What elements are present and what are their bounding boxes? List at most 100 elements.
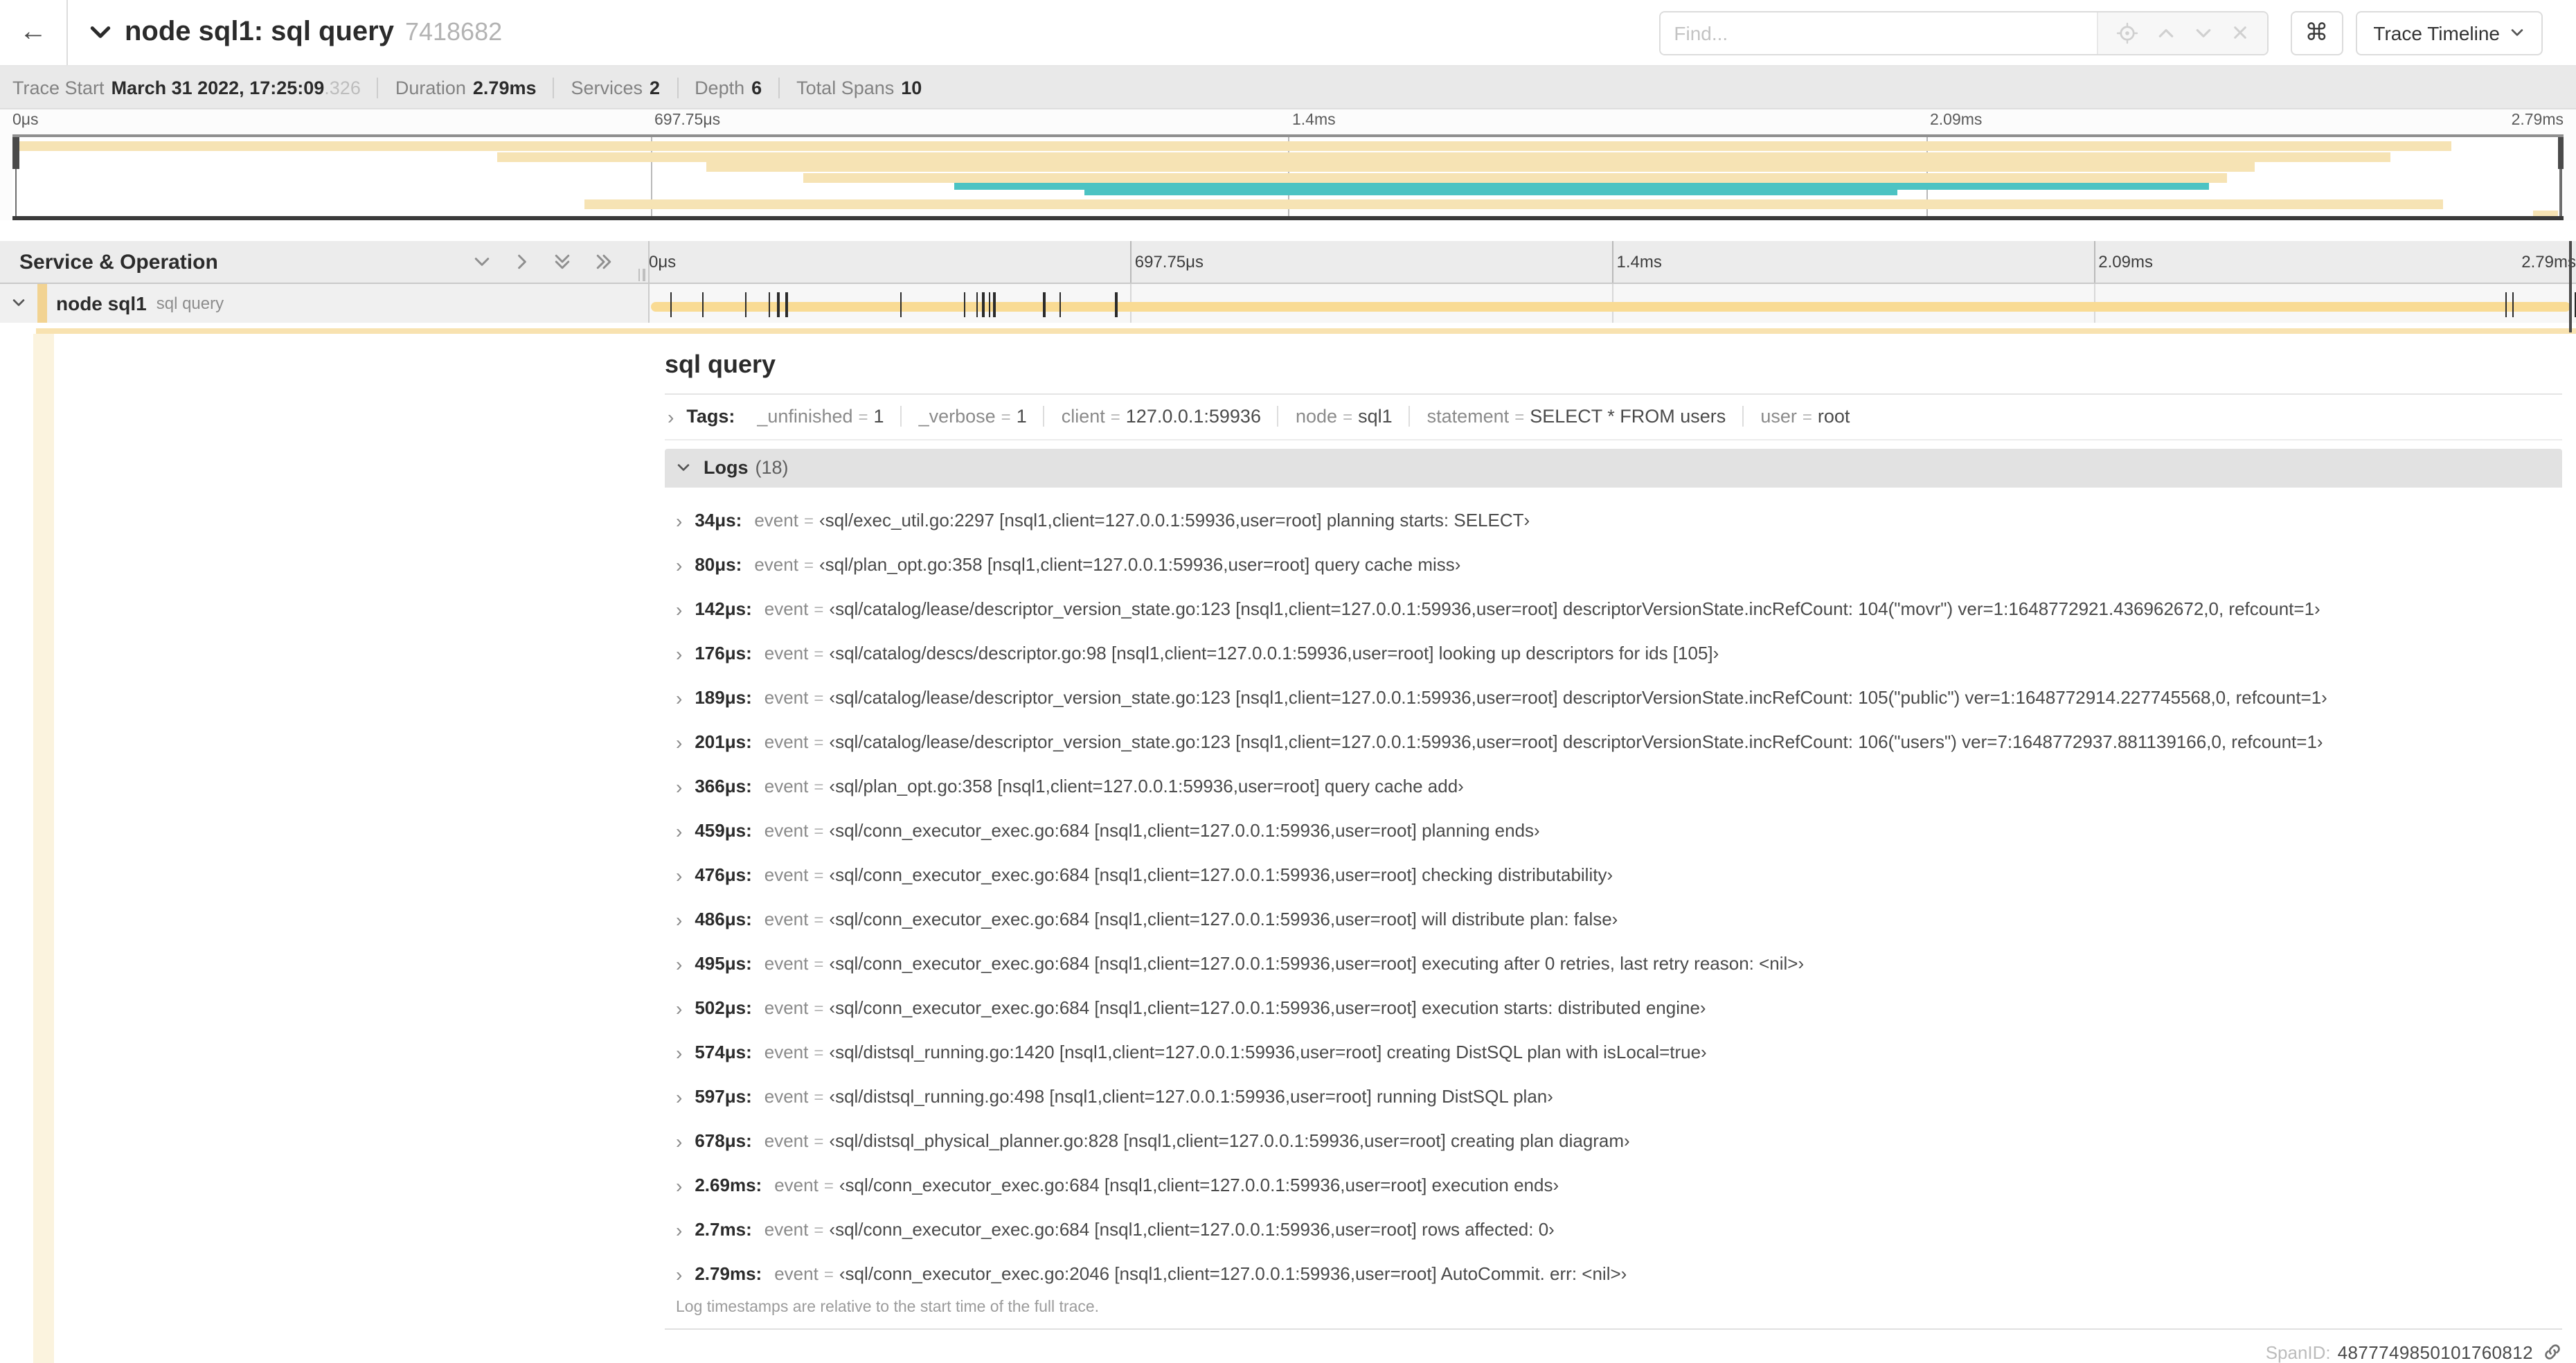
keyboard-shortcuts-button[interactable]: ⌘ (2290, 10, 2343, 55)
log-time: 2.7ms: (695, 1219, 752, 1240)
log-field-key: event (764, 997, 809, 1018)
tags-list: _unfinished = 1 _verbose = 1 client = 127.0.0.1:… (740, 406, 1866, 427)
log-message: ‹sql/conn_executor_exec.go:684 [nsql1,cl… (839, 1175, 1559, 1195)
summary-item-label: Total Spans (796, 77, 895, 98)
log-equals: = (814, 909, 824, 929)
deep-link-icon[interactable] (2543, 1342, 2562, 1362)
log-row[interactable]: › 2.7ms: event = ‹sql/conn_executor_exec.go:… (665, 1207, 2562, 1251)
chevron-right-icon: › (676, 819, 683, 841)
log-row[interactable]: › 502μs: event = ‹sql/conn_executor_exec.go:… (665, 986, 2562, 1030)
timeline-tick-label: 1.4ms (1292, 112, 1336, 129)
minimap-left-scrubber[interactable] (12, 137, 19, 169)
log-row[interactable]: › 459μs: event = ‹sql/conn_executor_exec.go:… (665, 808, 2562, 853)
tag-key: client (1061, 406, 1105, 427)
match-locate-icon[interactable] (2116, 21, 2138, 44)
collapse-one-icon[interactable] (472, 252, 491, 271)
logs-list: › 34μs: event = ‹sql/exec_util.go:2297 [nsql… (665, 487, 2562, 1296)
trace-view-dropdown[interactable]: Trace Timeline (2355, 10, 2543, 55)
summary-item-label: Depth (695, 77, 745, 98)
log-row[interactable]: › 495μs: event = ‹sql/conn_executor_exec.go:… (665, 941, 2562, 986)
back-button[interactable]: ← (0, 0, 68, 65)
expand-one-icon[interactable] (512, 252, 531, 271)
log-row[interactable]: › 80μs: event = ‹sql/plan_opt.go:358 [nsql1,… (665, 542, 2562, 587)
log-event-tick (1043, 292, 1046, 317)
find-input[interactable] (1660, 12, 2097, 53)
log-row[interactable]: › 176μs: event = ‹sql/catalog/descs/descript… (665, 631, 2562, 675)
service-operation-header: Service & Operation (0, 241, 649, 284)
span-duration-bar[interactable] (650, 301, 2570, 312)
log-event-tick (670, 292, 672, 317)
timeline-grid: Service & Operation 0μs 697.75μs 1.4ms 2.09… (0, 241, 2576, 322)
log-event-tick (777, 292, 780, 317)
log-row[interactable]: › 366μs: event = ‹sql/plan_opt.go:358 [nsql1… (665, 764, 2562, 808)
find-next-icon[interactable] (2193, 23, 2212, 42)
timeline-right-dragline[interactable] (2569, 241, 2572, 332)
log-row[interactable]: › 142μs: event = ‹sql/catalog/lease/descript… (665, 587, 2562, 631)
tag-value: 1 (1016, 406, 1027, 427)
tag-value: 127.0.0.1:59936 (1125, 406, 1261, 427)
log-time: 678μs: (695, 1130, 752, 1151)
span-row-timeline-cell[interactable] (649, 284, 2576, 322)
log-field-key: event (764, 687, 809, 708)
minimap-right-scrubber[interactable] (2557, 137, 2564, 169)
chevron-right-icon: › (676, 997, 683, 1019)
log-row[interactable]: › 486μs: event = ‹sql/conn_executor_exec.go:… (665, 897, 2562, 941)
collapse-span-icon[interactable] (11, 296, 26, 311)
chevron-down-icon (2510, 21, 2525, 44)
span-operation-name: sql query (156, 293, 224, 313)
summary-item-value: March 31 2022, 17:25:09 (111, 77, 325, 98)
expand-all-icon[interactable] (592, 252, 614, 271)
log-event-tick (1115, 292, 1118, 317)
log-time: 2.69ms: (695, 1175, 762, 1195)
find-prev-icon[interactable] (2156, 23, 2175, 42)
log-row[interactable]: › 189μs: event = ‹sql/catalog/lease/descript… (665, 675, 2562, 720)
tag-equals: = (1802, 407, 1812, 427)
back-arrow-icon: ← (19, 17, 47, 47)
log-row[interactable]: › 678μs: event = ‹sql/distsql_physical_plann… (665, 1119, 2562, 1163)
log-time: 176μs: (695, 643, 752, 663)
log-row[interactable]: › 597μs: event = ‹sql/distsql_running.go:498… (665, 1074, 2562, 1119)
column-resizer-handle[interactable] (638, 269, 645, 281)
minimap-span-bar (497, 152, 2390, 161)
log-field-key: event (764, 1086, 809, 1107)
logs-count: (18) (755, 457, 789, 478)
minimap-span-bar (584, 199, 2444, 209)
log-event-tick (744, 292, 747, 317)
tag-item: client = 127.0.0.1:59936 (1043, 406, 1278, 427)
tags-row[interactable]: › Tags: _unfinished = 1 _verbose = 1 client = 12… (665, 394, 2562, 440)
span-row-name-cell[interactable]: node sql1 sql query (0, 284, 649, 322)
collapse-trace-header-icon[interactable] (89, 21, 112, 44)
chevron-right-icon: › (676, 908, 683, 930)
log-equals: = (814, 1042, 824, 1062)
logs-header[interactable]: Logs (18) (665, 448, 2562, 487)
chevron-right-icon: › (676, 553, 683, 576)
tag-equals: = (1110, 407, 1120, 427)
tag-item: _verbose = 1 (900, 406, 1044, 427)
log-field-key: event (764, 820, 809, 841)
log-message: ‹sql/conn_executor_exec.go:684 [nsql1,cl… (829, 820, 1540, 841)
log-row[interactable]: › 2.79ms: event = ‹sql/conn_executor_exec.go… (665, 1251, 2562, 1296)
log-row[interactable]: › 476μs: event = ‹sql/conn_executor_exec.go:… (665, 853, 2562, 897)
summary-item-label: Trace Start (12, 77, 105, 98)
tag-item: statement = SELECT * FROM users (1408, 406, 1743, 427)
summary-item: Total Spans 10 (778, 77, 938, 98)
log-field-key: event (764, 864, 809, 885)
log-row[interactable]: › 201μs: event = ‹sql/catalog/lease/descript… (665, 720, 2562, 764)
span-service-name: node sql1 (56, 292, 147, 314)
span-detail-header: sql query (665, 344, 2562, 394)
chevron-right-icon: › (676, 731, 683, 753)
summary-item: Duration 2.79ms (377, 77, 553, 98)
collapse-all-icon[interactable] (552, 251, 571, 273)
log-event-tick (964, 292, 966, 317)
log-field-key: event (764, 1042, 809, 1062)
log-equals: = (814, 1220, 824, 1239)
log-row[interactable]: › 2.69ms: event = ‹sql/conn_executor_exec.go… (665, 1163, 2562, 1207)
minimap-canvas[interactable] (12, 134, 2564, 220)
log-message: ‹sql/conn_executor_exec.go:684 [nsql1,cl… (829, 909, 1618, 929)
log-row[interactable]: › 574μs: event = ‹sql/distsql_running.go:142… (665, 1030, 2562, 1074)
find-clear-icon[interactable] (2230, 24, 2248, 42)
log-field-key: event (764, 776, 809, 796)
log-row[interactable]: › 34μs: event = ‹sql/exec_util.go:2297 [nsql… (665, 498, 2562, 542)
chevron-right-icon: › (676, 1041, 683, 1063)
log-event-tick (2512, 292, 2514, 317)
